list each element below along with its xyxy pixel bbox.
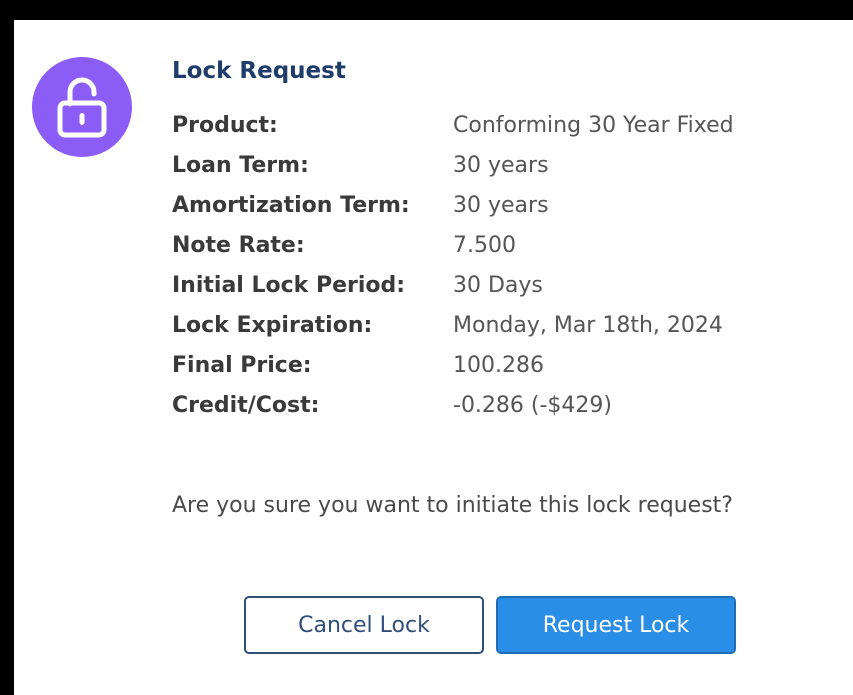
detail-value: 7.500	[453, 232, 516, 258]
detail-value: 30 Days	[453, 272, 543, 298]
detail-label: Product:	[172, 112, 278, 138]
cancel-lock-button[interactable]: Cancel Lock	[244, 596, 484, 654]
confirmation-question: Are you sure you want to initiate this l…	[172, 493, 733, 518]
detail-row-note-rate: Note Rate: 7.500	[172, 225, 832, 265]
detail-label: Amortization Term:	[172, 192, 410, 218]
detail-value: 100.286	[453, 352, 544, 378]
detail-label: Loan Term:	[172, 152, 309, 178]
detail-row-amortization-term: Amortization Term: 30 years	[172, 185, 832, 225]
detail-value: 30 years	[453, 192, 549, 218]
unlocked-padlock-icon	[57, 77, 107, 138]
detail-row-product: Product: Conforming 30 Year Fixed	[172, 105, 832, 145]
detail-value: Conforming 30 Year Fixed	[453, 112, 734, 138]
detail-label: Final Price:	[172, 352, 312, 378]
detail-label: Lock Expiration:	[172, 312, 373, 338]
detail-label: Note Rate:	[172, 232, 305, 258]
detail-value: Monday, Mar 18th, 2024	[453, 312, 723, 338]
detail-row-final-price: Final Price: 100.286	[172, 345, 832, 385]
detail-label: Initial Lock Period:	[172, 272, 406, 298]
request-lock-button[interactable]: Request Lock	[496, 596, 736, 654]
detail-value: 30 years	[453, 152, 549, 178]
lock-request-dialog: Lock Request Product: Conforming 30 Year…	[14, 20, 853, 695]
detail-row-lock-expiration: Lock Expiration: Monday, Mar 18th, 2024	[172, 305, 832, 345]
detail-row-credit-cost: Credit/Cost: -0.286 (-$429)	[172, 385, 832, 425]
detail-value: -0.286 (-$429)	[453, 392, 613, 418]
lock-details: Product: Conforming 30 Year Fixed Loan T…	[172, 105, 832, 425]
detail-label: Credit/Cost:	[172, 392, 320, 418]
dialog-title: Lock Request	[172, 58, 346, 84]
detail-row-loan-term: Loan Term: 30 years	[172, 145, 832, 185]
detail-row-initial-lock-period: Initial Lock Period: 30 Days	[172, 265, 832, 305]
lock-badge	[32, 57, 132, 157]
